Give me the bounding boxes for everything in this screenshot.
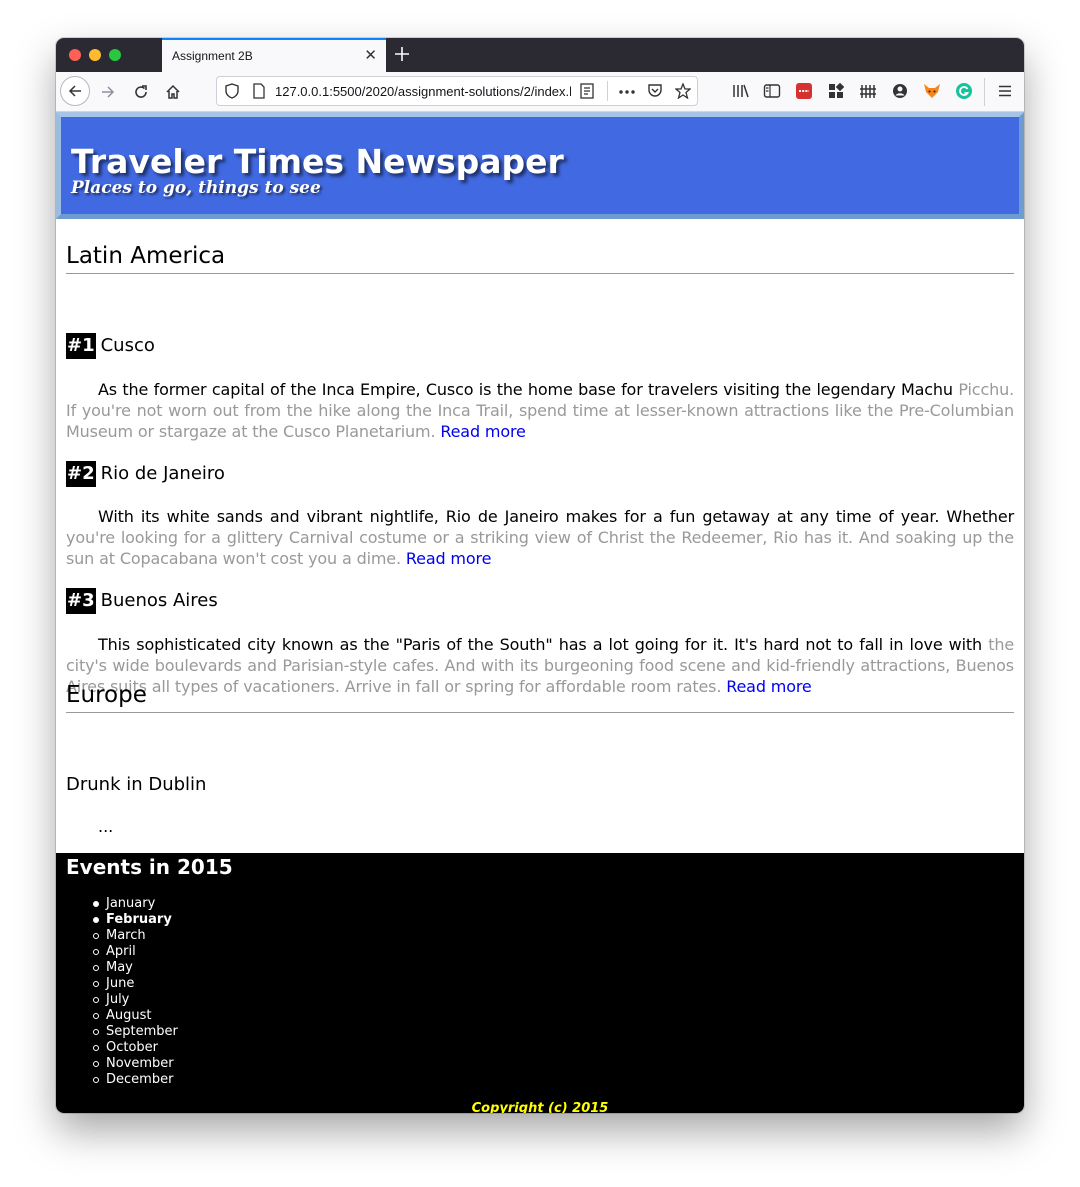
hamburger-menu-icon[interactable] [994,80,1016,102]
page-viewport: Traveler Times Newspaper Places to go, t… [56,112,1024,1113]
home-button[interactable] [159,78,187,106]
list-item: October [92,1040,178,1056]
bullet-circle-icon [93,949,99,955]
home-icon [166,84,180,99]
maximize-window-button[interactable] [109,49,121,61]
fence-extension-icon[interactable] [857,80,879,102]
article-body: ... [98,817,114,836]
reload-icon [135,85,147,98]
section-title: Europe [66,680,1014,713]
article-title-text: Rio de Janeiro [100,463,225,484]
bullet-circle-icon [93,1045,99,1051]
months-list: January February March April May June Ju… [92,896,178,1088]
site-title: Traveler Times Newspaper [71,142,564,181]
rank-badge: #3 [66,588,96,614]
bullet-circle-icon [93,933,99,939]
close-window-button[interactable] [69,49,81,61]
minimize-window-button[interactable] [89,49,101,61]
article-title-text: Buenos Aires [100,590,218,611]
article-title: Drunk in Dublin [66,772,206,798]
bookmark-star-icon[interactable] [675,83,691,99]
tab-close-icon[interactable]: ✕ [364,46,377,64]
list-item: August [92,1008,178,1024]
bullet-filled-icon [93,901,99,907]
fox-extension-icon[interactable] [921,80,943,102]
bullet-circle-icon [93,981,99,987]
tab-active[interactable]: Assignment 2B ✕ [162,38,386,72]
back-button[interactable] [60,76,90,106]
article-lead: With its white sands and vibrant nightli… [98,507,1014,526]
article-lead: As the former capital of the Inca Empire… [98,380,953,399]
article-body: As the former capital of the Inca Empire… [66,379,1014,442]
bullet-circle-icon [93,997,99,1003]
screen: Assignment 2B ✕ 127.0.0.1:5500/2020/assi… [0,0,1080,1187]
extension-grid-icon[interactable] [825,80,847,102]
password-manager-icon[interactable] [793,80,815,102]
list-item: December [92,1072,178,1088]
plus-icon [395,47,409,61]
tab-title: Assignment 2B [172,49,253,63]
masthead: Traveler Times Newspaper Places to go, t… [56,112,1024,219]
arrow-right-icon [102,86,115,98]
bullet-circle-icon [93,1013,99,1019]
article-lead: This sophisticated city known as the "Pa… [98,635,983,654]
list-item: February [92,912,178,928]
account-icon[interactable] [889,80,911,102]
list-item: June [92,976,178,992]
article-title: #1 Cusco [66,333,155,359]
more-actions-icon[interactable] [618,89,636,95]
url-separator [607,81,608,101]
article-body: With its white sands and vibrant nightli… [66,506,1014,569]
reload-button[interactable] [127,78,155,106]
section-title: Latin America [66,241,1014,274]
copyright: Copyright (c) 2015 [471,1101,609,1113]
article-text: you're looking for a glittery Carnival c… [66,528,1014,568]
library-icon[interactable] [730,80,752,102]
shield-icon [225,83,239,99]
page-icon [253,83,265,99]
tab-bar: Assignment 2B ✕ [56,38,1024,72]
list-item: March [92,928,178,944]
list-item: November [92,1056,178,1072]
article-title-text: Drunk in Dublin [66,774,207,795]
list-item: July [92,992,178,1008]
url-text: 127.0.0.1:5500/2020/assignment-solutions… [275,84,571,99]
article-title: #2 Rio de Janeiro [66,461,225,487]
list-item: April [92,944,178,960]
bullet-circle-icon [93,1061,99,1067]
sidebar-icon[interactable] [761,80,783,102]
toolbar-divider [984,78,985,106]
reader-view-icon[interactable] [580,83,594,99]
site-subtitle: Places to go, things to see [71,178,321,198]
events-title: Events in 2015 [66,855,233,879]
article-title-text: Cusco [100,335,155,356]
forward-button[interactable] [94,78,122,106]
read-more-link[interactable]: Read more [440,422,526,441]
new-tab-button[interactable] [392,41,412,67]
navigation-toolbar: 127.0.0.1:5500/2020/assignment-solutions… [56,72,1024,112]
list-item: September [92,1024,178,1040]
pocket-icon[interactable] [647,83,663,99]
bullet-circle-icon [93,965,99,971]
bullet-filled-icon [93,917,99,923]
grammarly-icon[interactable] [953,80,975,102]
bullet-circle-icon [93,1077,99,1083]
list-item: May [92,960,178,976]
rank-badge: #2 [66,461,96,487]
list-item: January [92,896,178,912]
bullet-circle-icon [93,1029,99,1035]
rank-badge: #1 [66,333,96,359]
events-footer: Events in 2015 January February March Ap… [56,853,1024,1113]
article-title: #3 Buenos Aires [66,588,218,614]
arrow-left-icon [68,85,81,97]
browser-window: Assignment 2B ✕ 127.0.0.1:5500/2020/assi… [56,38,1024,1113]
read-more-link[interactable]: Read more [406,549,492,568]
address-bar[interactable]: 127.0.0.1:5500/2020/assignment-solutions… [216,76,698,106]
